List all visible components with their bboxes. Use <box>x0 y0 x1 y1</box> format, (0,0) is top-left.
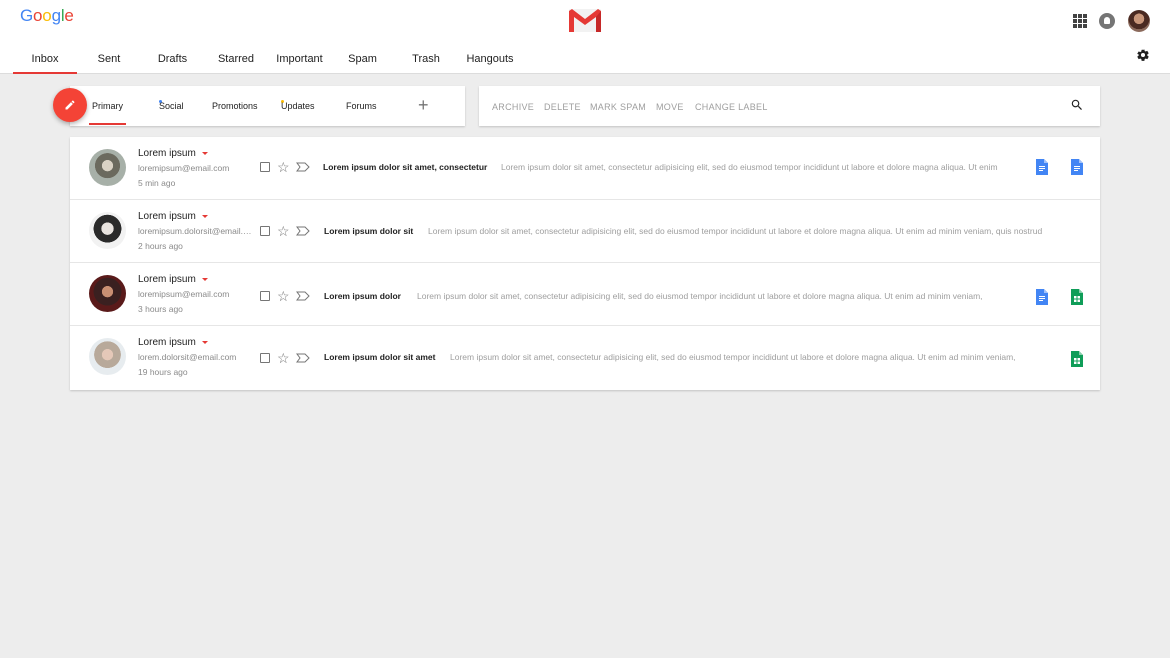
avatar <box>89 212 126 249</box>
email-snippet: Lorem ipsum dolor sit amet, consectetur … <box>501 162 998 172</box>
email-subject: Lorem ipsum dolor sit amet <box>324 352 436 362</box>
google-logo[interactable]: Google <box>20 6 74 26</box>
email-subject: Lorem ipsum dolor <box>324 291 401 301</box>
email-time: 2 hours ago <box>138 241 183 251</box>
nav-spam[interactable]: Spam <box>331 48 394 74</box>
email-time: 3 hours ago <box>138 304 183 314</box>
account-avatar[interactable] <box>1128 10 1150 32</box>
star-icon[interactable]: ☆ <box>277 289 290 303</box>
email-snippet: Lorem ipsum dolor sit amet, consectetur … <box>417 291 983 301</box>
select-checkbox[interactable] <box>260 291 270 301</box>
sender-email: loremipsum@email.com <box>138 163 230 173</box>
avatar <box>89 338 126 375</box>
important-marker-icon[interactable] <box>296 353 310 363</box>
action-toolbar: ARCHIVE DELETE MARK SPAM MOVE CHANGE LAB… <box>479 86 1100 126</box>
nav-inbox[interactable]: Inbox <box>13 48 77 74</box>
gear-icon[interactable] <box>1136 48 1150 62</box>
change-label-button[interactable]: CHANGE LABEL <box>695 102 768 112</box>
email-time: 5 min ago <box>138 178 176 188</box>
email-row[interactable]: Lorem ipsum loremipsum@email.com 5 min a… <box>70 137 1100 200</box>
top-header: Google Inbox Sent Drafts Starred Importa… <box>0 0 1170 74</box>
google-doc-icon[interactable] <box>1036 159 1048 175</box>
google-doc-icon[interactable] <box>1036 289 1048 305</box>
apps-grid-icon[interactable] <box>1073 14 1087 28</box>
sender-name: Lorem ipsum <box>138 337 196 348</box>
chevron-down-icon[interactable] <box>202 278 208 281</box>
tab-primary[interactable]: Primary <box>92 101 123 111</box>
nav-starred[interactable]: Starred <box>204 48 268 74</box>
select-checkbox[interactable] <box>260 353 270 363</box>
chevron-down-icon[interactable] <box>202 152 208 155</box>
nav-sent[interactable]: Sent <box>77 48 141 74</box>
google-doc-icon[interactable] <box>1071 159 1083 175</box>
star-icon[interactable]: ☆ <box>277 224 290 238</box>
mark-spam-button[interactable]: MARK SPAM <box>590 102 646 112</box>
email-snippet: Lorem ipsum dolor sit amet, consectetur … <box>428 226 1043 236</box>
sender-email: lorem.dolorsit@email.com <box>138 352 237 362</box>
nav-important[interactable]: Important <box>268 48 331 74</box>
pencil-icon <box>65 100 75 110</box>
tab-forums[interactable]: Forums <box>346 101 377 111</box>
bell-icon[interactable] <box>1099 13 1115 29</box>
sender-name: Lorem ipsum <box>138 148 196 159</box>
email-snippet: Lorem ipsum dolor sit amet, consectetur … <box>450 352 1016 362</box>
email-list: Lorem ipsum loremipsum@email.com 5 min a… <box>70 137 1100 390</box>
sender-email: loremipsum@email.com <box>138 289 230 299</box>
category-tabs: Primary Social Promotions Updates Forums… <box>70 86 465 126</box>
sender-name: Lorem ipsum <box>138 211 196 222</box>
important-marker-icon[interactable] <box>296 226 310 236</box>
email-row[interactable]: Lorem ipsum lorem.dolorsit@email.com 19 … <box>70 326 1100 389</box>
delete-button[interactable]: DELETE <box>544 102 581 112</box>
nav-trash[interactable]: Trash <box>394 48 458 74</box>
gmail-logo[interactable] <box>569 9 601 32</box>
add-tab-icon[interactable]: + <box>418 95 429 116</box>
avatar <box>89 149 126 186</box>
google-sheet-icon[interactable] <box>1071 289 1083 305</box>
important-marker-icon[interactable] <box>296 291 310 301</box>
select-checkbox[interactable] <box>260 162 270 172</box>
chevron-down-icon[interactable] <box>202 215 208 218</box>
tab-social[interactable]: Social <box>159 101 184 111</box>
email-row[interactable]: Lorem ipsum loremipsum.dolorsit@email.co… <box>70 200 1100 263</box>
nav-hangouts[interactable]: Hangouts <box>458 48 522 74</box>
email-subject: Lorem ipsum dolor sit amet, consectetur <box>323 162 488 172</box>
important-marker-icon[interactable] <box>296 162 310 172</box>
search-icon[interactable] <box>1070 98 1084 112</box>
archive-button[interactable]: ARCHIVE <box>492 102 534 112</box>
compose-button[interactable] <box>53 88 87 122</box>
email-subject: Lorem ipsum dolor sit <box>324 226 414 236</box>
star-icon[interactable]: ☆ <box>277 351 290 365</box>
select-checkbox[interactable] <box>260 226 270 236</box>
email-row[interactable]: Lorem ipsum loremipsum@email.com 3 hours… <box>70 263 1100 326</box>
sender-email: loremipsum.dolorsit@email.com <box>138 226 254 236</box>
active-tab-indicator <box>89 123 126 125</box>
tab-promotions[interactable]: Promotions <box>212 101 258 111</box>
sender-name: Lorem ipsum <box>138 274 196 285</box>
avatar <box>89 275 126 312</box>
main-nav: Inbox Sent Drafts Starred Important Spam… <box>13 48 522 74</box>
chevron-down-icon[interactable] <box>202 341 208 344</box>
email-time: 19 hours ago <box>138 367 188 377</box>
google-sheet-icon[interactable] <box>1071 351 1083 367</box>
tab-updates[interactable]: Updates <box>281 101 315 111</box>
star-icon[interactable]: ☆ <box>277 160 290 174</box>
nav-drafts[interactable]: Drafts <box>141 48 204 74</box>
move-button[interactable]: MOVE <box>656 102 684 112</box>
